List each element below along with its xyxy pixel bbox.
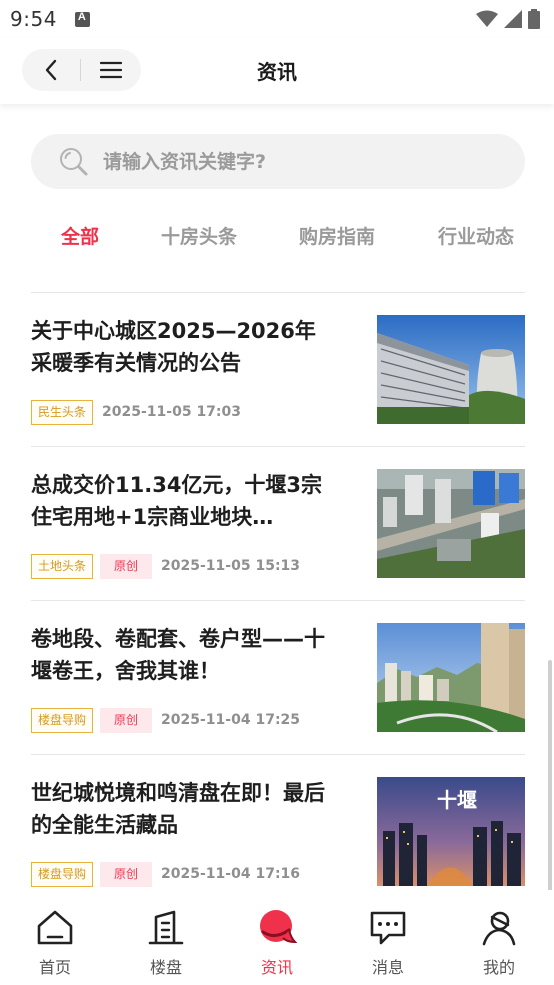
- news-date: 2025-11-04 17:16: [161, 866, 301, 882]
- news-thumbnail[interactable]: [377, 623, 525, 732]
- status-bar: 9:54: [0, 0, 554, 38]
- original-tag: 原创: [100, 707, 153, 733]
- news-item[interactable]: 关于中心城区2025—2026年采暖季有关情况的公告 民生头条 2025-11-…: [31, 293, 525, 447]
- status-time: 9:54: [10, 7, 57, 31]
- news-item[interactable]: 世纪城悦境和鸣清盘在即！最后的全能生活藏品 楼盘导购 原创 2025-11-04…: [31, 755, 525, 909]
- bottom-nav-label: 我的: [482, 958, 515, 977]
- news-meta: 楼盘导购 原创 2025-11-04 17:25: [31, 707, 300, 733]
- category-tag: 土地头条: [31, 553, 94, 579]
- thumb-caption: 十堰: [437, 788, 477, 812]
- original-tag: 原创: [100, 553, 153, 579]
- night-city-icon: 十堰: [377, 777, 525, 886]
- city-skyline-icon: [377, 623, 525, 732]
- search-bar[interactable]: [31, 134, 525, 189]
- signal-icon: [504, 10, 522, 28]
- news-date: 2025-11-05 17:03: [102, 404, 242, 420]
- tab-industry-news[interactable]: 行业动态: [438, 222, 514, 249]
- news-title[interactable]: 世纪城悦境和鸣清盘在即！最后的全能生活藏品: [31, 777, 331, 841]
- bottom-nav-profile[interactable]: 我的: [444, 890, 554, 985]
- bottom-nav-messages[interactable]: 消息: [333, 890, 443, 985]
- category-tabs: 全部 十房头条 购房指南 行业动态: [0, 222, 554, 258]
- status-icons: [476, 9, 540, 29]
- news-title[interactable]: 卷地段、卷配套、卷户型——十堰卷王，舍我其谁！: [31, 623, 331, 687]
- bottom-nav-label: 首页: [38, 958, 71, 977]
- message-icon: [368, 908, 408, 948]
- tab-all[interactable]: 全部: [61, 222, 99, 249]
- page-title: 资讯: [257, 60, 297, 84]
- original-tag: 原创: [100, 861, 153, 887]
- category-tag: 楼盘导购: [31, 707, 94, 733]
- notification-a-icon: [74, 11, 90, 27]
- news-date: 2025-11-04 17:25: [161, 712, 301, 728]
- tab-buying-guide[interactable]: 购房指南: [299, 222, 375, 249]
- user-icon: [479, 908, 519, 948]
- battery-icon: [528, 9, 540, 29]
- search-input[interactable]: [103, 150, 483, 173]
- building-icon: [377, 315, 525, 424]
- search-icon: [60, 147, 88, 175]
- bottom-nav-label: 消息: [371, 958, 404, 977]
- news-item[interactable]: 总成交价11.34亿元，十堰3宗住宅用地+1宗商业地块… 土地头条 原创 202…: [31, 447, 525, 601]
- bottom-nav-properties[interactable]: 楼盘: [111, 890, 221, 985]
- wifi-icon: [476, 10, 498, 27]
- bottom-nav-home[interactable]: 首页: [0, 890, 110, 985]
- bottom-nav-label: 资讯: [260, 958, 293, 977]
- news-item[interactable]: 卷地段、卷配套、卷户型——十堰卷王，舍我其谁！ 楼盘导购 原创 2025-11-…: [31, 601, 525, 755]
- aerial-city-icon: [377, 469, 525, 578]
- header: 资讯: [0, 38, 554, 104]
- news-title[interactable]: 总成交价11.34亿元，十堰3宗住宅用地+1宗商业地块…: [31, 469, 331, 533]
- news-date: 2025-11-05 15:13: [161, 558, 301, 574]
- news-thumbnail[interactable]: [377, 469, 525, 578]
- bottom-nav-label: 楼盘: [149, 958, 182, 977]
- news-thumbnail[interactable]: [377, 315, 525, 424]
- news-chat-icon: [257, 908, 297, 948]
- news-meta: 民生头条 2025-11-05 17:03: [31, 399, 241, 425]
- building-icon: [146, 908, 186, 948]
- news-meta: 土地头条 原创 2025-11-05 15:13: [31, 553, 300, 579]
- home-icon: [35, 908, 75, 948]
- bottom-nav-news[interactable]: 资讯: [222, 890, 332, 985]
- news-title[interactable]: 关于中心城区2025—2026年采暖季有关情况的公告: [31, 315, 331, 379]
- bottom-nav: 首页 楼盘 资讯 消息 我的: [0, 890, 554, 985]
- news-meta: 楼盘导购 原创 2025-11-04 17:16: [31, 861, 300, 887]
- tab-shifang-headlines[interactable]: 十房头条: [161, 222, 237, 249]
- category-tag: 民生头条: [31, 399, 94, 425]
- category-tag: 楼盘导购: [31, 861, 94, 887]
- news-thumbnail[interactable]: 十堰: [377, 777, 525, 886]
